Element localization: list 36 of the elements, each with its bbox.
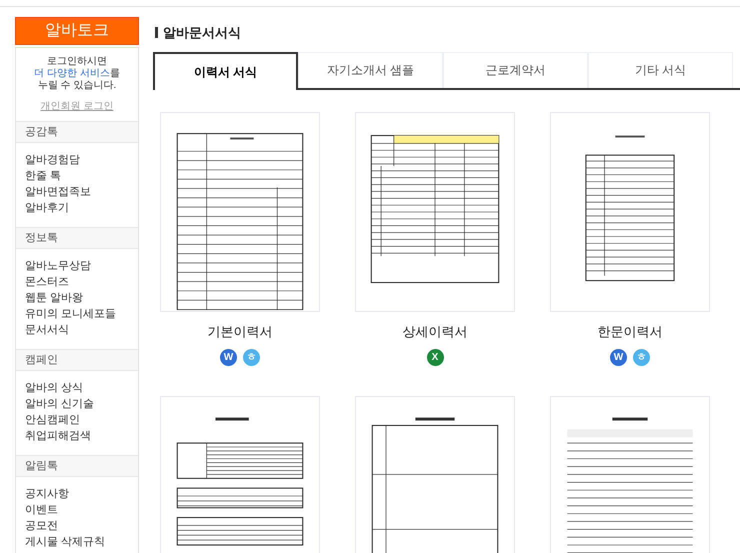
sidebar-link[interactable]: 안심캠페인 [25, 412, 138, 428]
sidebar-link[interactable]: 알바면접족보 [25, 184, 138, 200]
sidebar-link[interactable]: 웹툰 알바왕 [25, 290, 138, 306]
word-file-icon[interactable]: W [610, 349, 627, 366]
section-header: 공감톡 [16, 121, 138, 143]
sidebar-link[interactable]: 알바후기 [25, 200, 138, 216]
login-prompt-text: 로그인하시면 [47, 56, 107, 68]
sidebar-link[interactable]: 취업피해검색 [25, 428, 138, 444]
sidebar-link[interactable]: 알바노무상담 [25, 258, 138, 274]
sidebar-link[interactable]: 한줄 톡 [25, 168, 138, 184]
sidebar-link[interactable]: 알바경험담 [25, 152, 138, 168]
document-name[interactable]: 상세이력서 [402, 322, 468, 341]
tab[interactable]: 근로계약서 [443, 52, 588, 88]
sidebar-link[interactable]: 공모전 [25, 518, 138, 534]
tab[interactable]: 이력서 서식 [153, 52, 298, 90]
title-marker-icon [155, 27, 158, 38]
section-header: 정보톡 [16, 227, 138, 249]
document-name[interactable]: 한문이력서 [598, 322, 662, 341]
document-name[interactable]: 기본이력서 [208, 322, 272, 341]
login-prompt-text: 더 다양한 서비스를 [34, 68, 120, 80]
tab[interactable]: 자기소개서 샘플 [298, 52, 443, 88]
sidebar-link[interactable]: 공지사항 [25, 486, 138, 502]
excel-file-icon[interactable]: X [426, 349, 444, 366]
sidebar-link[interactable]: 알바의 신기술 [25, 396, 138, 412]
section-header: 캠페인 [16, 349, 138, 371]
page-title: 알바문서서식 [163, 24, 241, 42]
sidebar-link[interactable]: 알바의 상식 [25, 380, 138, 396]
tab[interactable]: 기타 서식 [588, 52, 733, 88]
section-header: 알림톡 [16, 455, 138, 477]
word-file-icon[interactable]: W [220, 349, 237, 366]
sidebar-link[interactable]: 게시물 삭제규칙 [25, 534, 138, 550]
sidebar-link[interactable]: 유미의 모니세포들 [25, 306, 138, 322]
login-prompt-text: 누릴 수 있습니다. [38, 80, 116, 92]
sidebar-link[interactable]: 이벤트 [25, 502, 138, 518]
sidebar-link[interactable]: 몬스터즈 [25, 274, 138, 290]
sidebar-link[interactable]: 문서서식 [25, 322, 138, 338]
